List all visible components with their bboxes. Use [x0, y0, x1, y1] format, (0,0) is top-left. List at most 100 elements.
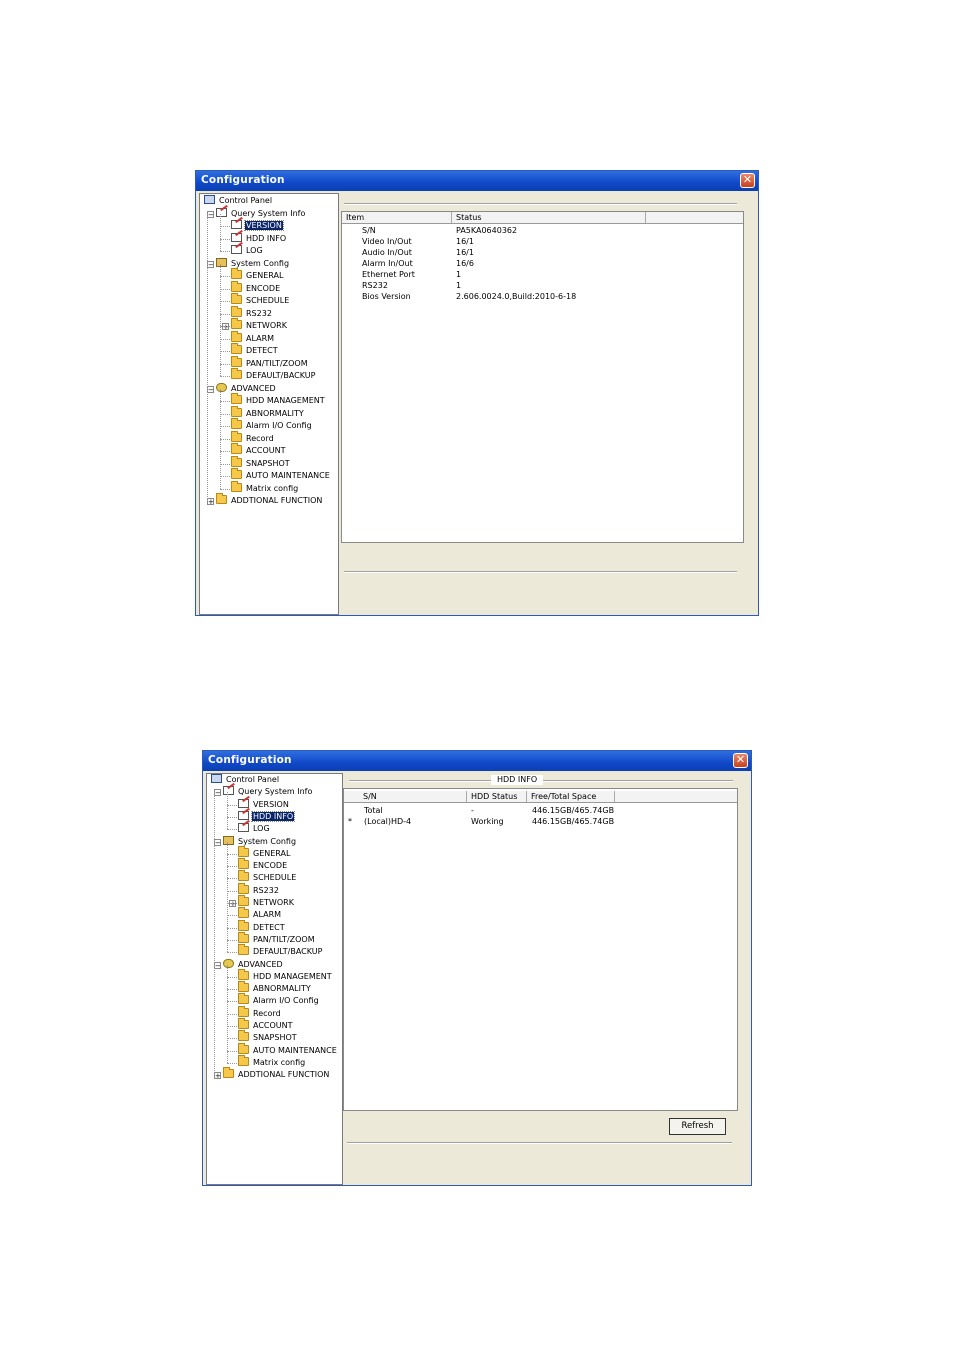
- table-header: S/N HDD Status Free/Total Space: [344, 791, 737, 803]
- tree-connector: [220, 413, 230, 415]
- column-header-status[interactable]: Status: [452, 212, 646, 223]
- tree-item-query-system-info[interactable]: Query System Info: [223, 786, 313, 798]
- tree-item-auto-maintenance[interactable]: AUTO MAINTENANCE: [238, 1042, 338, 1057]
- tree-item-label: SCHEDULE: [246, 296, 290, 305]
- tree-item-label: ADVANCED: [238, 959, 283, 969]
- collapse-icon[interactable]: −: [207, 210, 214, 218]
- column-header-item[interactable]: Item: [342, 212, 452, 223]
- collapse-icon[interactable]: −: [214, 789, 221, 797]
- tree-item-encode[interactable]: ENCODE: [231, 280, 281, 295]
- tree-item-abnormality[interactable]: ABNORMALITY: [238, 981, 312, 995]
- tree-item-label: ACCOUNT: [253, 1021, 293, 1030]
- table-row[interactable]: Alarm In/Out 16/6: [342, 258, 743, 269]
- tree-item-schedule[interactable]: SCHEDULE: [238, 870, 297, 884]
- column-header-sn[interactable]: S/N: [359, 791, 467, 802]
- tree-connector: [220, 488, 230, 490]
- tree-item-control-panel[interactable]: Control Panel: [211, 774, 280, 786]
- tree-connector: [227, 792, 228, 830]
- gears-icon: [223, 958, 234, 968]
- tree-connector: [227, 1038, 237, 1040]
- expand-icon[interactable]: +: [214, 1072, 221, 1080]
- collapse-icon[interactable]: −: [207, 385, 214, 393]
- tree-item-encode[interactable]: ENCODE: [238, 858, 288, 872]
- folder-icon: [238, 882, 249, 894]
- tree-item-detect[interactable]: DETECT: [231, 343, 279, 357]
- tree-item-hdd-management[interactable]: HDD MANAGEMENT: [238, 968, 333, 983]
- table-row[interactable]: Bios Version 2.606.0024.0,Build:2010-6-18: [342, 291, 743, 302]
- tree-item-matrix-config[interactable]: Matrix config: [231, 480, 299, 495]
- tree-item-auto-maintenance[interactable]: AUTO MAINTENANCE: [231, 468, 331, 482]
- tree-connector: [227, 976, 237, 978]
- navigation-tree[interactable]: Control Panel Query System Info − VERSION HD…: [206, 773, 343, 1185]
- tree-item-snapshot[interactable]: SNAPSHOT: [238, 1030, 298, 1044]
- tree-item-label: Matrix config: [246, 483, 299, 493]
- navigation-tree[interactable]: Control Panel Query System Info − VERSION HD…: [199, 193, 339, 615]
- table-row[interactable]: Ethernet Port 1: [342, 269, 743, 280]
- tree-item-advanced[interactable]: ADVANCED: [223, 958, 284, 971]
- cell-sn: Total: [364, 806, 383, 815]
- tree-item-system-config[interactable]: System Config: [216, 257, 290, 270]
- tree-item-label: GENERAL: [253, 848, 291, 858]
- tree-item-advanced[interactable]: ADVANCED: [216, 382, 277, 395]
- tree-connector: [227, 829, 237, 831]
- tree-item-log[interactable]: LOG: [231, 245, 264, 257]
- tree-item-network[interactable]: NETWORK: [238, 895, 295, 909]
- tree-item-version[interactable]: VERSION: [231, 220, 284, 232]
- tree-item-default-backup[interactable]: DEFAULT/BACKUP: [238, 944, 323, 958]
- folder-icon: [231, 280, 242, 292]
- divider: [347, 1142, 732, 1144]
- tree-item-detect[interactable]: DETECT: [238, 919, 286, 934]
- table-row[interactable]: Total - 446.15GB/465.74GB: [344, 805, 737, 816]
- collapse-icon[interactable]: −: [214, 838, 221, 846]
- tree-item-network[interactable]: NETWORK: [231, 318, 288, 332]
- table-row[interactable]: S/N PA5KA0640362: [342, 225, 743, 236]
- tree-item-alarm-i-o-config[interactable]: Alarm I/O Config: [238, 993, 320, 1007]
- close-icon[interactable]: ✕: [733, 753, 748, 768]
- folder-icon: [238, 870, 249, 882]
- expand-icon[interactable]: +: [207, 498, 214, 506]
- table-row[interactable]: Video In/Out 16/1: [342, 236, 743, 247]
- tree-item-label: System Config: [238, 836, 297, 846]
- collapse-icon[interactable]: −: [214, 961, 221, 969]
- tree-item-default-backup[interactable]: DEFAULT/BACKUP: [231, 368, 316, 382]
- tree-item-label: ADDTIONAL FUNCTION: [231, 496, 323, 505]
- cell-hdd-status: -: [471, 806, 474, 815]
- close-icon[interactable]: ✕: [740, 173, 755, 188]
- tree-item-abnormality[interactable]: ABNORMALITY: [231, 405, 305, 420]
- tree-item-pan-tilt-zoom[interactable]: PAN/TILT/ZOOM: [231, 355, 309, 370]
- folder-icon: [231, 318, 242, 329]
- tree-item-snapshot[interactable]: SNAPSHOT: [231, 455, 291, 470]
- tree-connector: [220, 251, 230, 252]
- tree-item-label: ALARM: [253, 910, 282, 920]
- table-row[interactable]: RS232 1: [342, 280, 743, 291]
- tree-item-addtional-function[interactable]: ADDTIONAL FUNCTION: [223, 1067, 330, 1081]
- tree-item-account[interactable]: ACCOUNT: [231, 443, 287, 457]
- table-row[interactable]: Audio In/Out 16/1: [342, 247, 743, 258]
- tree-item-label: LOG: [253, 824, 270, 834]
- tree-item-control-panel[interactable]: Control Panel: [204, 195, 273, 207]
- tree-item-pan-tilt-zoom[interactable]: PAN/TILT/ZOOM: [238, 931, 316, 946]
- tree-item-account[interactable]: ACCOUNT: [238, 1018, 294, 1032]
- cell-status: PA5KA0640362: [456, 226, 518, 235]
- tree-item-general[interactable]: GENERAL: [231, 268, 284, 282]
- tree-item-addtional-function[interactable]: ADDTIONAL FUNCTION: [216, 493, 323, 507]
- title-bar[interactable]: Configuration ✕: [196, 171, 758, 191]
- table-row[interactable]: * (Local)HD-4 Working 446.15GB/465.74GB: [344, 816, 737, 827]
- document-icon: [238, 810, 249, 820]
- tree-item-log[interactable]: LOG: [238, 823, 271, 835]
- tree-item-label: RS232: [253, 885, 279, 895]
- tree-item-matrix-config[interactable]: Matrix config: [238, 1054, 306, 1069]
- tree-item-alarm-i-o-config[interactable]: Alarm I/O Config: [231, 418, 313, 432]
- cell-space: 446.15GB/465.74GB: [532, 806, 615, 815]
- refresh-button[interactable]: Refresh: [669, 1118, 726, 1135]
- folder-icon: [231, 330, 242, 342]
- tree-item-query-system-info[interactable]: Query System Info: [216, 207, 306, 220]
- column-header-hdd-status[interactable]: HDD Status: [467, 791, 527, 802]
- title-bar[interactable]: Configuration ✕: [203, 751, 751, 771]
- tree-item-schedule[interactable]: SCHEDULE: [231, 293, 290, 307]
- collapse-icon[interactable]: −: [207, 260, 214, 268]
- tree-item-general[interactable]: GENERAL: [238, 845, 291, 860]
- column-header-space[interactable]: Free/Total Space: [527, 791, 615, 802]
- tree-item-hdd-management[interactable]: HDD MANAGEMENT: [231, 393, 326, 407]
- tree-item-system-config[interactable]: System Config: [223, 835, 297, 848]
